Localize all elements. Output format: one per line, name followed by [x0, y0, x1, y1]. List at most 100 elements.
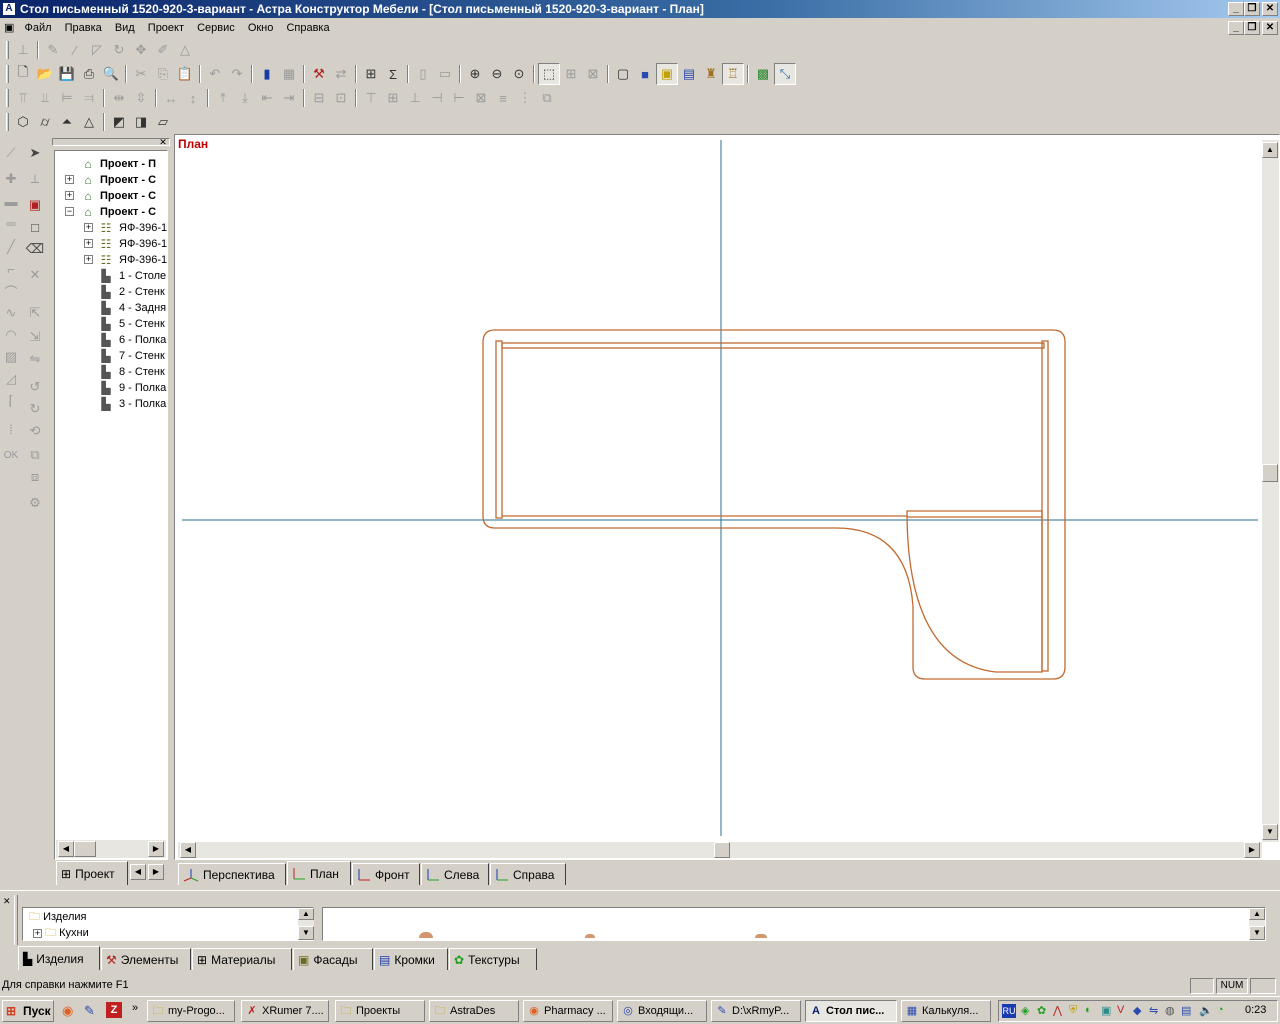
- align-top-icon[interactable]: ⫪: [12, 87, 34, 109]
- more-icon[interactable]: »: [132, 1002, 138, 1014]
- view-hscrollbar[interactable]: ◀ ▶: [178, 842, 1262, 858]
- space-v-icon[interactable]: ↕: [182, 87, 204, 109]
- ungroup-icon[interactable]: ⧈: [24, 466, 46, 488]
- menu-file[interactable]: Файл: [19, 18, 56, 38]
- equal-icon[interactable]: ≡: [492, 87, 514, 109]
- stretch-icon[interactable]: ⇲: [24, 326, 46, 348]
- corner-icon[interactable]: ⌐: [0, 258, 22, 280]
- firefox-icon[interactable]: ◉: [62, 1003, 73, 1019]
- undo-icon[interactable]: ↶: [204, 63, 226, 85]
- tab-front[interactable]: Фронт: [352, 863, 420, 885]
- expand-icon[interactable]: +: [65, 191, 74, 200]
- tab-products[interactable]: ▙ Изделия: [18, 946, 100, 970]
- library-folder[interactable]: + 🗀 Кухни: [33, 926, 89, 940]
- ok-icon[interactable]: OK: [0, 444, 22, 466]
- box-solid-icon[interactable]: ■: [634, 63, 656, 85]
- tree-item[interactable]: ▙ 8 - Стенк: [56, 364, 166, 380]
- tray-app-icon[interactable]: ✿: [1037, 1004, 1046, 1017]
- align-left-icon[interactable]: ⊨: [56, 87, 78, 109]
- hscroll-left-icon[interactable]: ◀: [180, 842, 196, 858]
- hscroll-right-icon[interactable]: ▶: [1244, 842, 1260, 858]
- fillet-icon[interactable]: ⌈: [0, 390, 22, 412]
- expand-icon[interactable]: +: [84, 239, 93, 248]
- menu-service[interactable]: Сервис: [192, 18, 240, 38]
- box-wire-icon[interactable]: ▤: [678, 63, 700, 85]
- rotate-right-icon[interactable]: ↻: [24, 398, 46, 420]
- tray-app-icon[interactable]: ▤: [1181, 1004, 1191, 1017]
- hscroll-thumb[interactable]: [714, 842, 730, 858]
- tab-project[interactable]: ⊞ Проект: [56, 861, 128, 885]
- minimize-button[interactable]: _: [1228, 2, 1244, 16]
- fill-bottom-icon[interactable]: ⊥: [404, 87, 426, 109]
- fill-left-icon[interactable]: ⊣: [426, 87, 448, 109]
- door-icon[interactable]: ◨: [130, 111, 152, 133]
- dots-icon[interactable]: ⁞: [0, 418, 22, 440]
- line-tool-icon[interactable]: ⟋: [0, 142, 22, 164]
- restore-button[interactable]: ❐: [1244, 2, 1260, 16]
- close-button[interactable]: ✕: [1262, 2, 1278, 16]
- taskbar-item[interactable]: ✎ D:\xRmyP...: [711, 1000, 801, 1022]
- taskbar-item[interactable]: ◎ Входящи...: [617, 1000, 707, 1022]
- delete-icon[interactable]: ✕: [24, 264, 46, 286]
- distribute-h-icon[interactable]: ⇹: [108, 87, 130, 109]
- expand-icon[interactable]: +: [65, 175, 74, 184]
- furniture-icon[interactable]: ♜: [700, 63, 722, 85]
- tab-left[interactable]: Слева: [421, 863, 489, 885]
- tree-item[interactable]: + ☷ ЯФ-396-1: [56, 252, 167, 268]
- taskbar-item[interactable]: ✗ XRumer 7....: [241, 1000, 329, 1022]
- cut-icon[interactable]: ✂: [130, 63, 152, 85]
- rotate-center-icon[interactable]: ⟲: [24, 420, 46, 442]
- doc-restore-button[interactable]: ❐: [1244, 21, 1260, 35]
- add-point-icon[interactable]: ✚: [0, 168, 22, 190]
- save-icon[interactable]: 💾: [56, 63, 78, 85]
- frame-icon[interactable]: ▯: [412, 63, 434, 85]
- tray-app-icon[interactable]: ◍: [1165, 1004, 1175, 1017]
- split-icon[interactable]: ⟂: [24, 168, 46, 190]
- cube-icon[interactable]: ⬡: [12, 111, 34, 133]
- scroll-down-icon[interactable]: ▼: [1262, 824, 1278, 840]
- taskbar-item[interactable]: 🗀 Проекты: [335, 1000, 425, 1022]
- preview-item[interactable]: [419, 932, 433, 938]
- hline-icon[interactable]: ▬: [0, 190, 22, 212]
- collapse-icon[interactable]: −: [65, 207, 74, 216]
- taskbar-item[interactable]: ◉ Pharmacy ...: [523, 1000, 613, 1022]
- fill-right-icon[interactable]: ⊢: [448, 87, 470, 109]
- brush-icon[interactable]: ✐: [152, 39, 174, 61]
- tab-facades[interactable]: ▣ Фасады: [293, 948, 373, 970]
- menu-view[interactable]: Вид: [110, 18, 140, 38]
- speaker-icon[interactable]: 🔈: [1199, 1004, 1213, 1017]
- frame2-icon[interactable]: ▭: [434, 63, 456, 85]
- tree-item[interactable]: − ⌂ Проект - С: [56, 204, 166, 220]
- taskbar-item-active[interactable]: A Стол пис...: [805, 1000, 897, 1022]
- distribute-v-icon[interactable]: ⇳: [130, 87, 152, 109]
- chamfer-icon[interactable]: ◿: [0, 368, 22, 390]
- tree-item[interactable]: ▙ 3 - Полка: [56, 396, 166, 412]
- snap-bottom-icon[interactable]: ⤓: [234, 87, 256, 109]
- arc-icon[interactable]: ⌒: [0, 280, 22, 302]
- tree-item[interactable]: ▙ 2 - Стенк: [56, 284, 166, 300]
- snap-top-icon[interactable]: ⤒: [212, 87, 234, 109]
- zoom-in-icon[interactable]: ⊕: [464, 63, 486, 85]
- preview-item[interactable]: [755, 934, 767, 938]
- tab-materials[interactable]: ⊞ Материалы: [192, 948, 292, 970]
- tray-app-icon[interactable]: ◈: [1021, 1004, 1029, 1017]
- new-file-icon[interactable]: 🗋: [12, 63, 34, 85]
- scroll-up-icon[interactable]: ▲: [1249, 908, 1265, 920]
- tray-app-icon[interactable]: ◔: [1217, 1004, 1224, 1016]
- tray-app-icon[interactable]: ◐: [1085, 1004, 1092, 1016]
- tray-shield-icon[interactable]: ⛨: [1069, 1004, 1077, 1017]
- tab-right[interactable]: Справа: [490, 863, 566, 885]
- menu-project[interactable]: Проект: [143, 18, 189, 38]
- tray-antivirus-icon[interactable]: V: [1117, 1004, 1124, 1016]
- stack-icon[interactable]: ⧉: [536, 87, 558, 109]
- taskbar-item[interactable]: 🗀 AstraDes: [429, 1000, 519, 1022]
- tab-plan[interactable]: План: [287, 861, 351, 885]
- tree-item[interactable]: ▙ 5 - Стенк: [56, 316, 166, 332]
- plan-view-canvas[interactable]: План: [176, 136, 1262, 842]
- scroll-right-icon[interactable]: ▶: [148, 841, 164, 857]
- center-h-icon[interactable]: ⊟: [308, 87, 330, 109]
- expand-icon[interactable]: ⇱: [24, 302, 46, 324]
- zoom-fit-icon[interactable]: ⊙: [508, 63, 530, 85]
- panel-add-icon[interactable]: ▣: [24, 194, 46, 216]
- tree-close-icon[interactable]: ✕: [158, 138, 168, 148]
